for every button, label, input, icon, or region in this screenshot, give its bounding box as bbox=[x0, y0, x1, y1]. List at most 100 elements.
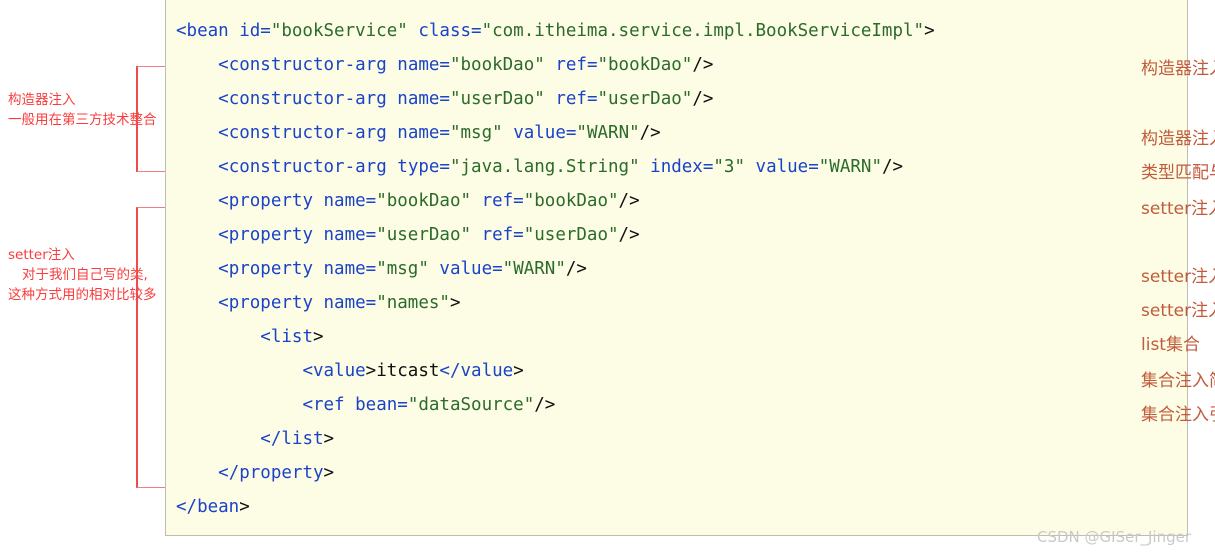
bracket-setter-group bbox=[136, 207, 166, 488]
code-token-val: "names" bbox=[376, 293, 450, 313]
code-token-val: "bookDao" bbox=[376, 191, 472, 211]
code-token-val: "bookService" bbox=[270, 21, 408, 41]
code-line: <ref bean="dataSource"/> bbox=[176, 388, 1176, 422]
code-line: <bean id="bookService" class="com.itheim… bbox=[176, 14, 1176, 48]
code-token-punct: > bbox=[239, 497, 250, 517]
code-token-tag: </list bbox=[260, 429, 324, 449]
code-token-punct: > bbox=[924, 21, 935, 41]
left-annotation-constructor-line2: 一般用在第三方技术整合 bbox=[8, 112, 157, 128]
right-annotation-label: 类型匹配与索引匹配 bbox=[1141, 163, 1215, 183]
code-token-attr: name= bbox=[323, 293, 377, 313]
code-token-attr: class= bbox=[407, 21, 482, 41]
code-token-txt: itcast bbox=[376, 361, 440, 381]
code-line: <property name="bookDao" ref="bookDao"/> bbox=[176, 184, 1176, 218]
code-line: <property name="msg" value="WARN"/> bbox=[176, 252, 1176, 286]
code-token-attr: value= bbox=[502, 123, 577, 143]
code-token-val: "WARN" bbox=[502, 259, 566, 279]
code-token-tag: <value bbox=[302, 361, 366, 381]
watermark: CSDN @GISer_Jinger bbox=[1037, 528, 1192, 546]
xml-code-panel: <bean id="bookService" class="com.itheim… bbox=[165, 0, 1215, 536]
code-token-punct: /> bbox=[639, 123, 661, 143]
code-token-punct: /> bbox=[534, 395, 556, 415]
code-token-punct: > bbox=[312, 327, 324, 347]
code-line: <property name="userDao" ref="userDao"/> bbox=[176, 218, 1176, 252]
left-annotation-setter-line2: 对于我们自己写的类, bbox=[22, 267, 148, 283]
code-token-tag: </bean bbox=[176, 497, 240, 517]
code-token-punct: > bbox=[323, 463, 335, 483]
code-line: <constructor-arg name="userDao" ref="use… bbox=[176, 82, 1176, 116]
code-line-list: <bean id="bookService" class="com.itheim… bbox=[176, 14, 1176, 524]
right-annotation-label: 构造器注入简单类型 bbox=[1141, 129, 1215, 149]
code-token-val: "userDao" bbox=[449, 89, 545, 109]
code-token-attr: name= bbox=[323, 259, 377, 279]
code-line: </list> bbox=[176, 422, 1176, 456]
code-token-punct: /> bbox=[692, 55, 714, 75]
code-token-tag: <property bbox=[218, 191, 324, 211]
code-line: <property name="names"> bbox=[176, 286, 1176, 320]
code-token-attr: id= bbox=[239, 21, 271, 41]
code-token-attr: name= bbox=[397, 123, 450, 143]
right-annotation-label: setter注入简单类型 bbox=[1141, 267, 1215, 287]
bracket-constructor-group bbox=[136, 66, 166, 172]
code-token-tag: <constructor-arg bbox=[218, 89, 398, 109]
code-token-val: "bookDao" bbox=[597, 55, 693, 75]
code-token-punct: > bbox=[449, 293, 461, 313]
code-token-val: "3" bbox=[713, 157, 745, 177]
code-token-val: "msg" bbox=[449, 123, 503, 143]
code-token-val: "userDao" bbox=[597, 89, 693, 109]
code-token-tag: <constructor-arg bbox=[218, 157, 398, 177]
code-line: <constructor-arg name="bookDao" ref="boo… bbox=[176, 48, 1176, 82]
code-token-val: "userDao" bbox=[523, 225, 619, 245]
left-annotation-setter-line3: 这种方式用的相对比较多 bbox=[8, 287, 157, 303]
code-line: <constructor-arg name="msg" value="WARN"… bbox=[176, 116, 1176, 150]
right-annotation-label: setter注入引用类型 bbox=[1141, 199, 1215, 219]
code-token-attr: bean= bbox=[355, 395, 408, 415]
code-token-val: "bookDao" bbox=[449, 55, 545, 75]
code-token-attr: name= bbox=[323, 225, 377, 245]
code-token-attr: name= bbox=[397, 55, 450, 75]
code-line: </property> bbox=[176, 456, 1176, 490]
code-token-attr: ref= bbox=[544, 89, 598, 109]
code-token-tag: <constructor-arg bbox=[218, 55, 398, 75]
code-token-tag: <constructor-arg bbox=[218, 123, 398, 143]
code-token-val: "com.itheima.service.impl.BookServiceImp… bbox=[481, 21, 925, 41]
code-token-tag: <property bbox=[218, 293, 324, 313]
code-token-punct: > bbox=[513, 361, 524, 381]
code-token-attr: value= bbox=[745, 157, 819, 177]
code-line: <constructor-arg type="java.lang.String"… bbox=[176, 150, 1176, 184]
left-annotation-constructor-injection: 构造器注入 一般用在第三方技术整合 bbox=[8, 90, 157, 130]
right-annotation-label: setter注入集合类型 bbox=[1141, 301, 1215, 321]
code-token-attr: name= bbox=[323, 191, 377, 211]
code-token-val: "userDao" bbox=[376, 225, 472, 245]
code-token-tag: </property bbox=[218, 463, 324, 483]
code-token-punct: /> bbox=[565, 259, 587, 279]
code-token-attr: name= bbox=[397, 89, 450, 109]
right-annotation-label: 集合注入引用类型 bbox=[1141, 405, 1215, 425]
code-token-tag: <property bbox=[218, 259, 324, 279]
left-annotation-setter-line1: setter注入 bbox=[8, 247, 75, 263]
code-token-punct: /> bbox=[881, 157, 904, 177]
code-token-punct: /> bbox=[618, 225, 640, 245]
code-token-tag: <bean bbox=[176, 21, 240, 41]
code-token-attr: ref= bbox=[471, 225, 524, 245]
code-token-tag: <list bbox=[260, 327, 313, 347]
code-token-attr: value= bbox=[428, 259, 503, 279]
code-token-tag: </value bbox=[439, 361, 514, 381]
code-token-val: "dataSource" bbox=[407, 395, 535, 415]
code-token-val: "java.lang.String" bbox=[449, 157, 640, 177]
code-token-punct: > bbox=[365, 361, 377, 381]
code-token-val: "WARN" bbox=[576, 123, 640, 143]
right-annotation-label: list集合 bbox=[1141, 335, 1200, 355]
code-token-attr: ref= bbox=[471, 191, 524, 211]
